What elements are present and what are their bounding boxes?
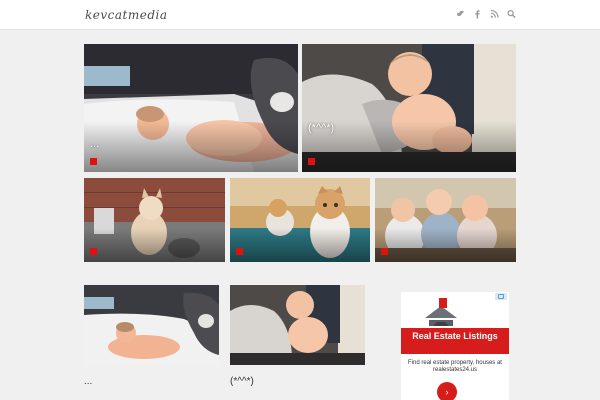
grid-tile-2[interactable]: (*^^*): [302, 44, 516, 172]
adchoices-icon[interactable]: [495, 293, 507, 300]
house-icon: [425, 298, 457, 326]
post-card-1-image[interactable]: [84, 285, 219, 365]
social-links: [456, 9, 516, 19]
ad-body: Find real estate property, houses at rea…: [408, 360, 502, 373]
rss-icon[interactable]: [490, 9, 499, 19]
post-1-thumbnail: [84, 285, 219, 365]
grid-tile-5[interactable]: [375, 178, 516, 262]
tile-2-badge: [308, 158, 315, 165]
ad-headline: Real Estate Listings: [401, 328, 509, 354]
site-header: kevcatmedia: [0, 0, 600, 30]
grid-tile-3[interactable]: [84, 178, 225, 262]
grid-tile-1[interactable]: ...: [84, 44, 298, 172]
facebook-icon[interactable]: [473, 9, 482, 19]
tile-4-shade: [230, 228, 370, 262]
tile-1-shade: [84, 120, 298, 172]
tile-3-shade: [84, 228, 225, 262]
grid-tile-4[interactable]: [230, 178, 370, 262]
tile-1-caption: ...: [90, 138, 100, 150]
tile-1-badge: [90, 158, 97, 165]
twitter-icon[interactable]: [456, 9, 465, 19]
tile-5-badge: [381, 248, 388, 255]
tile-4-badge: [236, 248, 243, 255]
tile-5-shade: [375, 228, 516, 262]
site-logo[interactable]: kevcatmedia: [85, 8, 168, 22]
post-card-2-image[interactable]: [230, 285, 365, 365]
advertisement[interactable]: Real Estate Listings Find real estate pr…: [401, 292, 509, 400]
post-2-title[interactable]: (*^^*): [230, 376, 254, 387]
tile-2-caption: (*^^*): [308, 122, 335, 134]
post-1-title[interactable]: ...: [84, 376, 92, 387]
post-2-thumbnail: [230, 285, 365, 365]
tile-3-badge: [90, 248, 97, 255]
search-icon[interactable]: [507, 9, 516, 19]
ad-cta-button[interactable]: ›: [437, 382, 457, 400]
